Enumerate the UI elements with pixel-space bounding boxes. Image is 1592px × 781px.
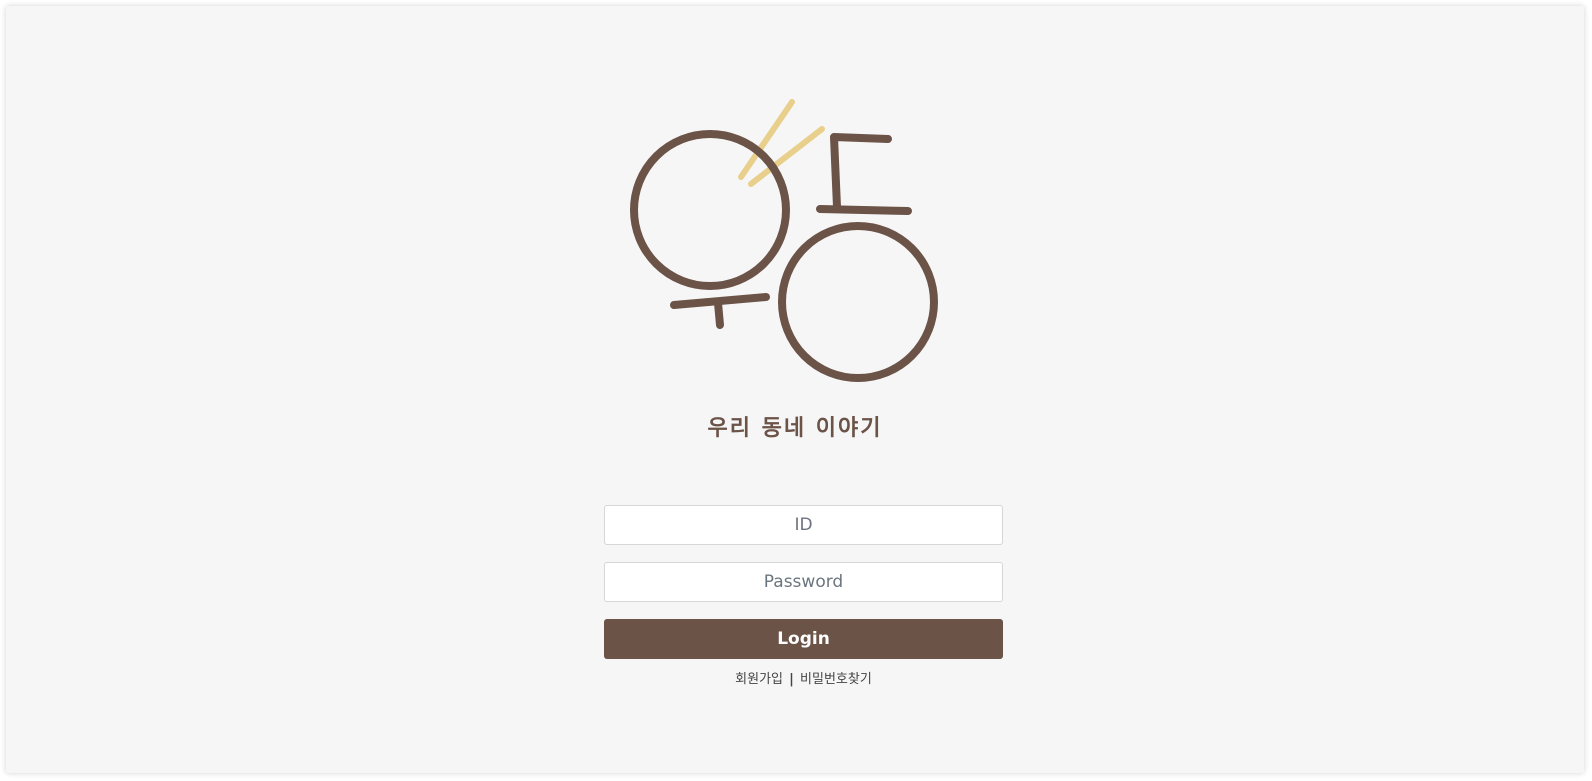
password-input[interactable] [604,562,1003,602]
logo-stem-left [714,299,724,329]
logo-bar-right [816,205,912,215]
logo-circle-right [778,222,938,382]
tagline: 우리 동네 이야기 [707,416,883,441]
id-input[interactable] [604,505,1003,545]
auth-links: 회원가입 | 비밀번호찾기 [604,668,1003,687]
logo-circle-left [630,130,790,290]
logo-d-shape [830,133,892,211]
chopstick-1 [738,99,795,180]
signup-link[interactable]: 회원가입 [735,672,783,687]
find-password-link[interactable]: 비밀번호찾기 [800,672,872,687]
page-container: 우리 동네 이야기 Login 회원가입 | 비밀번호찾기 [6,6,1584,773]
links-separator: | [789,672,794,687]
udong-logo [630,99,938,382]
login-button[interactable]: Login [604,619,1003,659]
login-form: Login 회원가입 | 비밀번호찾기 [604,505,1003,687]
